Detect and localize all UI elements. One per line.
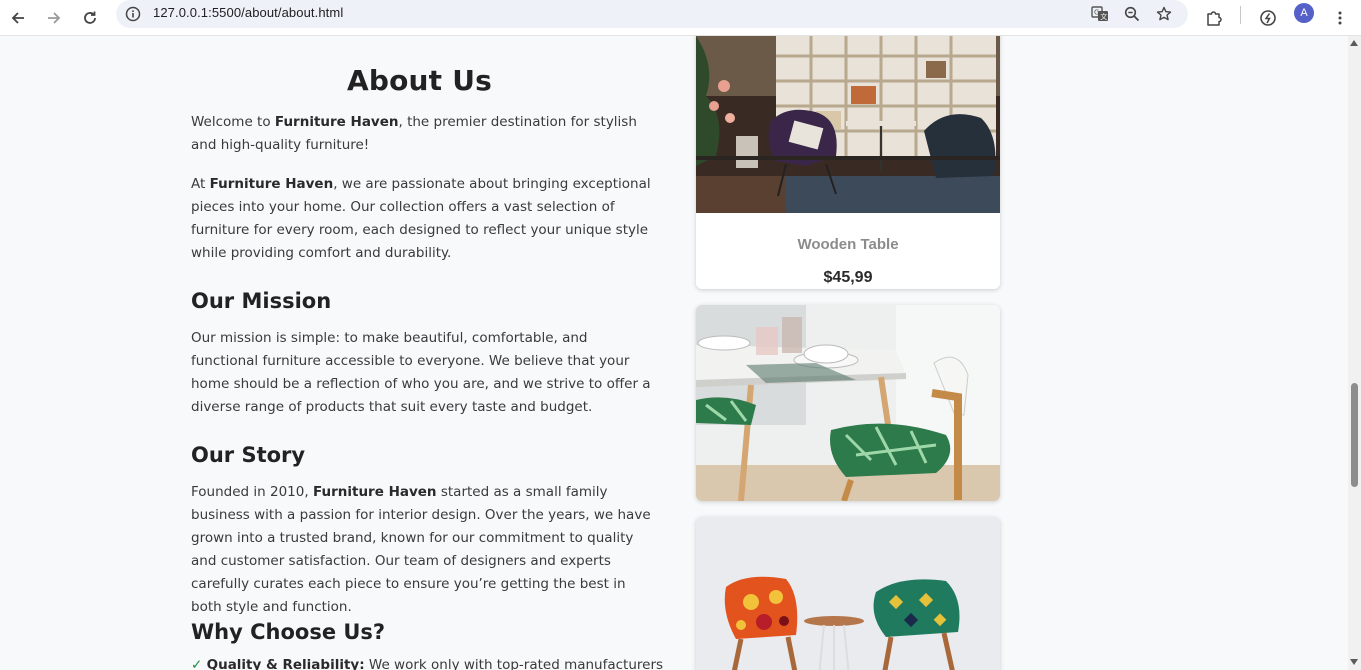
brand-name: Furniture Haven bbox=[274, 114, 399, 130]
zoom-icon bbox=[1124, 6, 1140, 22]
scroll-down-arrow-icon[interactable] bbox=[1350, 659, 1358, 665]
passion-pre: At bbox=[191, 176, 210, 192]
arrow-left-icon bbox=[11, 12, 24, 24]
puzzle-icon bbox=[1207, 11, 1222, 26]
why-list-item: ✓ Quality & Reliability: We work only wi… bbox=[191, 654, 711, 670]
profile-initial: A bbox=[1300, 7, 1308, 19]
gauge-icon bbox=[1260, 10, 1276, 26]
story-post: started as a small family business with … bbox=[191, 484, 651, 615]
kebab-menu-icon bbox=[1338, 11, 1342, 25]
why-item-label: Quality & Reliability: bbox=[206, 657, 365, 670]
mission-heading: Our Mission bbox=[191, 289, 332, 313]
performance-button[interactable] bbox=[1254, 4, 1282, 32]
extensions-button[interactable] bbox=[1200, 4, 1228, 32]
passion-paragraph: At Furniture Haven, we are passionate ab… bbox=[191, 173, 651, 265]
svg-text:G: G bbox=[1094, 9, 1099, 17]
mission-paragraph: Our mission is simple: to make beautiful… bbox=[191, 330, 651, 415]
brand-name: Furniture Haven bbox=[312, 484, 437, 500]
product-image-chairs bbox=[696, 517, 1000, 670]
reload-button[interactable] bbox=[76, 4, 104, 32]
intro-paragraph: Welcome to Furniture Haven, the premier … bbox=[191, 111, 651, 157]
page-scrollbar[interactable] bbox=[1348, 36, 1361, 670]
product-card[interactable] bbox=[696, 305, 1000, 501]
product-image-dining bbox=[696, 305, 1000, 501]
intro-pre: Welcome to bbox=[191, 114, 275, 130]
toolbar-separator bbox=[1240, 6, 1241, 24]
zoom-button[interactable] bbox=[1120, 2, 1144, 26]
page-viewport: About Us Welcome to Furniture Haven, the… bbox=[0, 36, 1348, 670]
arrow-right-icon bbox=[48, 12, 61, 24]
browser-menu-button[interactable] bbox=[1326, 4, 1354, 32]
forward-button[interactable] bbox=[40, 4, 68, 32]
back-button[interactable] bbox=[4, 4, 32, 32]
story-heading: Our Story bbox=[191, 443, 306, 467]
story-paragraph: Founded in 2010, Furniture Haven started… bbox=[191, 481, 653, 619]
translate-button[interactable]: 文G bbox=[1088, 2, 1112, 26]
browser-toolbar: 127.0.0.1:5500/about/about.html 文G A bbox=[0, 0, 1361, 36]
scrollbar-thumb[interactable] bbox=[1351, 383, 1358, 487]
story-pre: Founded in 2010, bbox=[191, 484, 313, 500]
product-price: $45,99 bbox=[823, 269, 873, 286]
check-icon: ✓ bbox=[191, 657, 203, 670]
brand-name: Furniture Haven bbox=[209, 176, 334, 192]
product-card[interactable]: Wooden Table $45,99 bbox=[696, 36, 1000, 289]
profile-avatar[interactable]: A bbox=[1294, 3, 1314, 23]
address-bar[interactable]: 127.0.0.1:5500/about/about.html 文G bbox=[116, 0, 1188, 28]
svg-text:文: 文 bbox=[1100, 12, 1107, 21]
url-text[interactable]: 127.0.0.1:5500/about/about.html bbox=[153, 5, 343, 20]
translate-icon: 文G bbox=[1091, 6, 1108, 21]
site-info-button[interactable] bbox=[124, 5, 142, 23]
product-card[interactable] bbox=[696, 517, 1000, 670]
why-heading: Why Choose Us? bbox=[191, 620, 386, 644]
reload-icon bbox=[84, 11, 96, 24]
product-image-shelf bbox=[696, 36, 1000, 213]
star-icon bbox=[1156, 6, 1172, 21]
page-title: About Us bbox=[346, 64, 493, 97]
scroll-up-arrow-icon[interactable] bbox=[1350, 40, 1358, 46]
why-item-text: We work only with top-rated manufacturer… bbox=[364, 657, 664, 670]
info-icon bbox=[125, 6, 141, 22]
product-name[interactable]: Wooden Table bbox=[696, 236, 1000, 253]
bookmark-button[interactable] bbox=[1152, 2, 1176, 26]
